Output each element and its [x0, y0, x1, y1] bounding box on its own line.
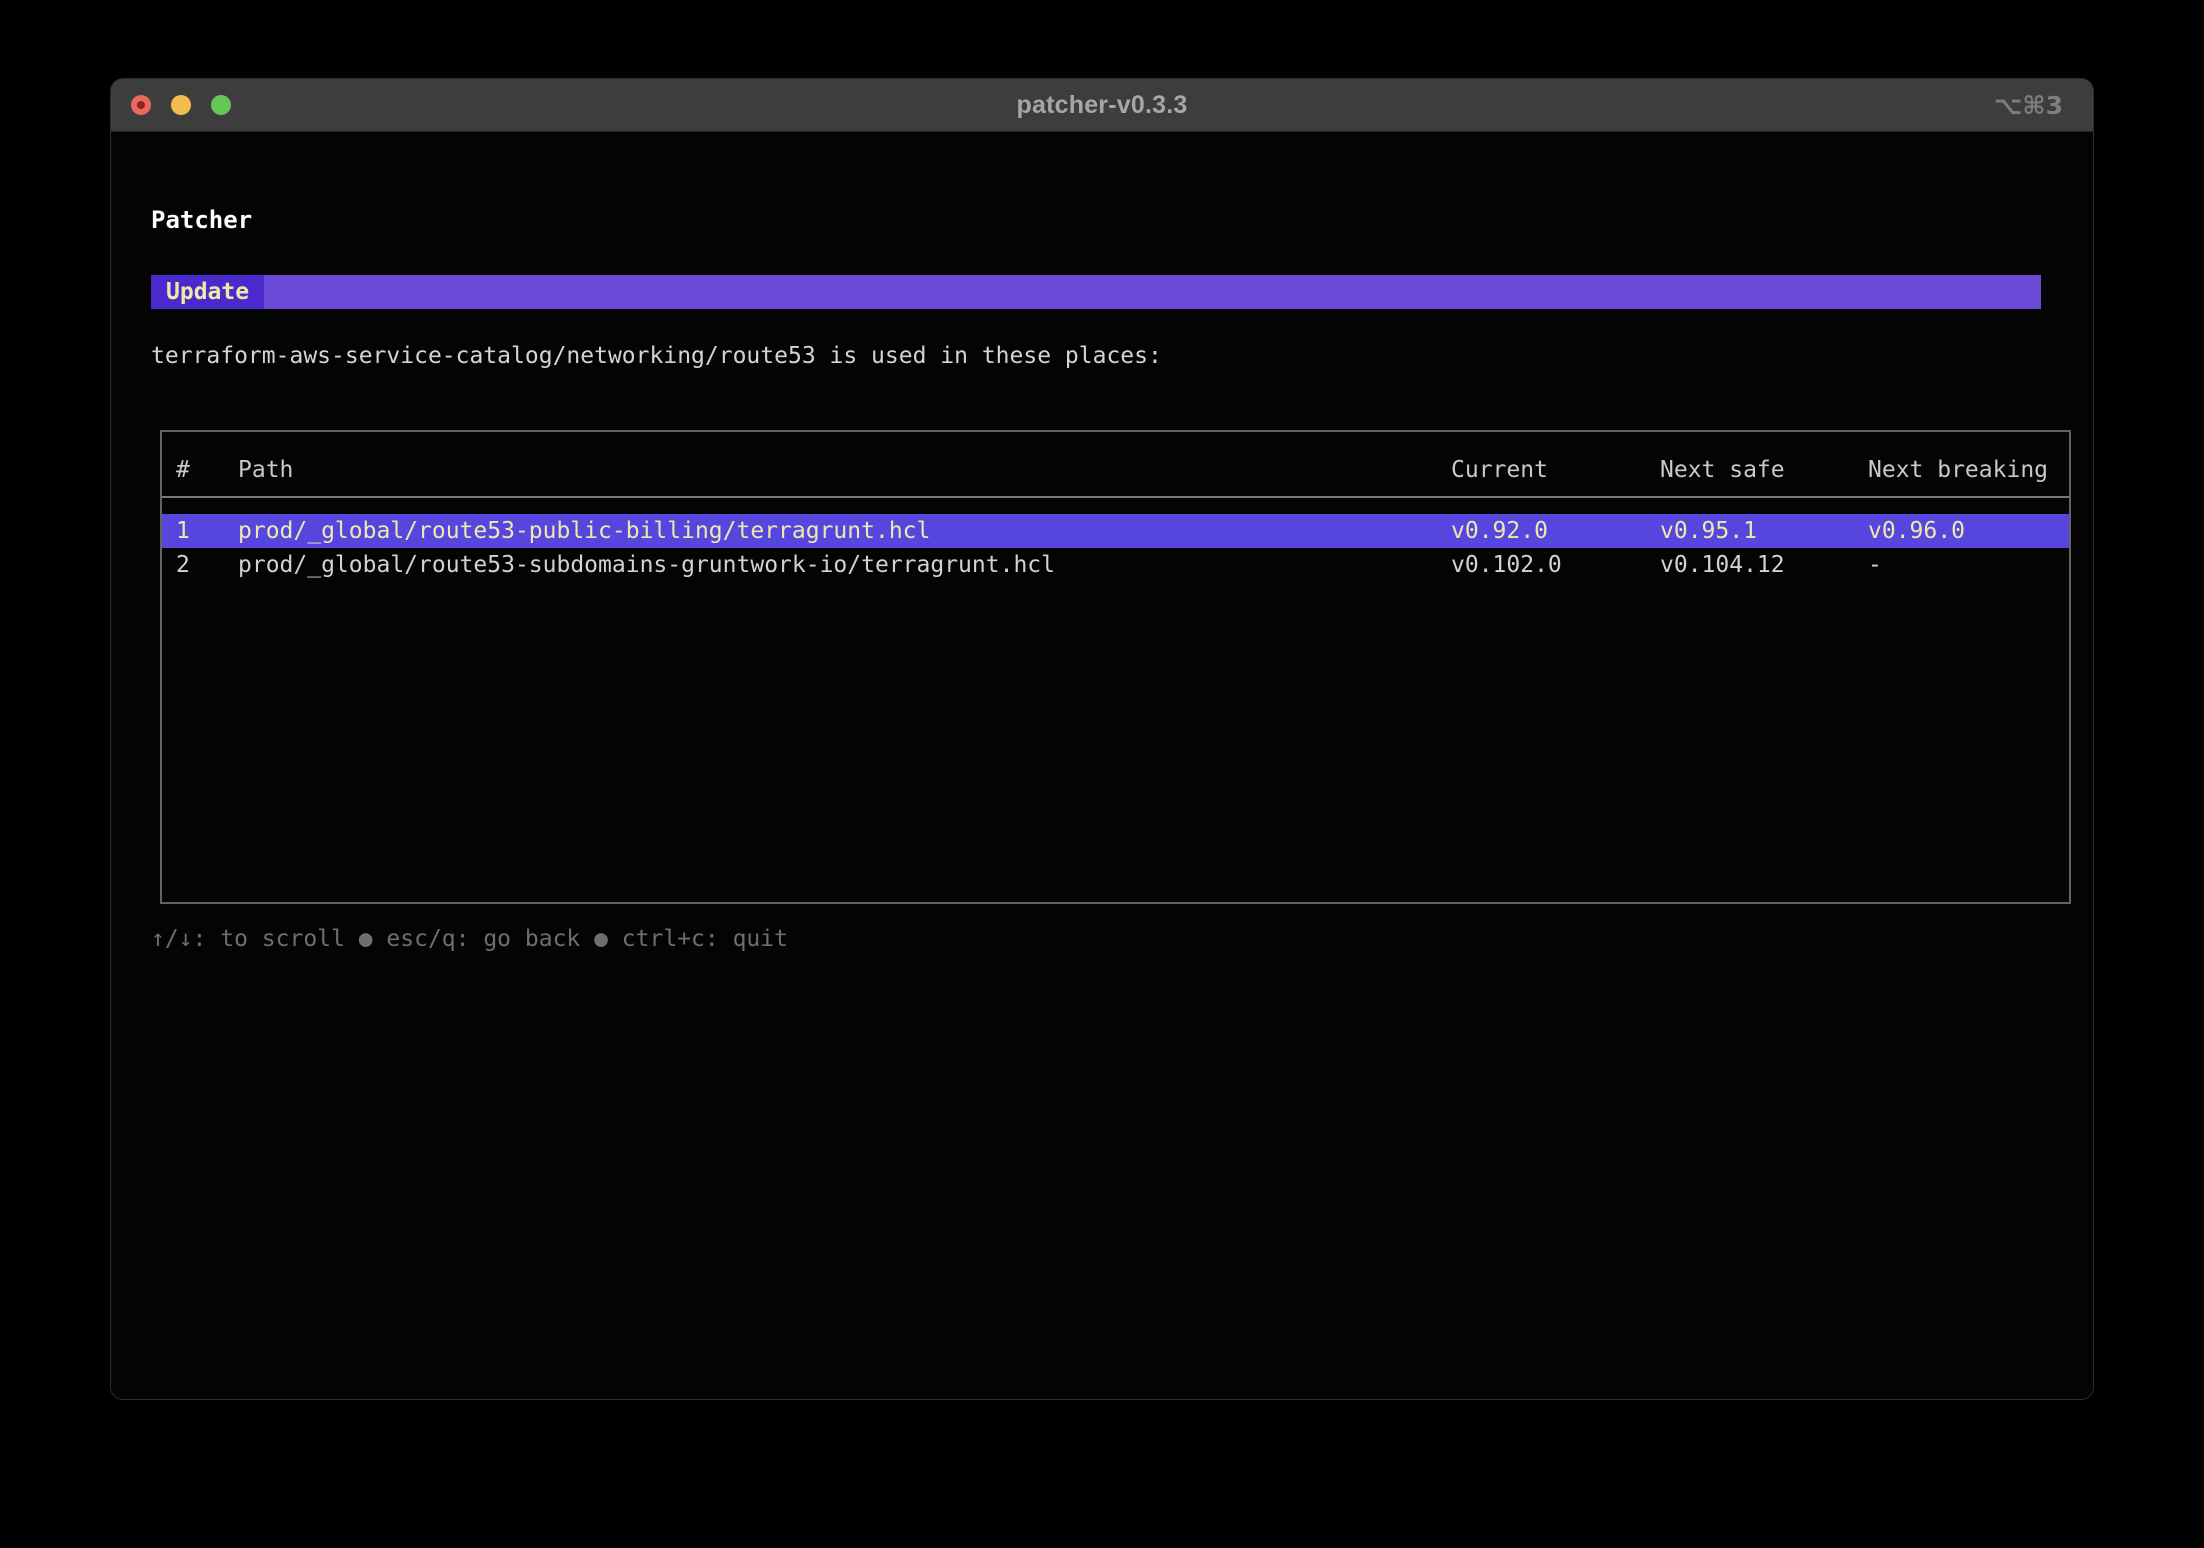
row-current-version: v0.92.0	[1451, 518, 1660, 544]
row-current-version: v0.102.0	[1451, 552, 1660, 578]
table-row-selected[interactable]: 1 prod/_global/route53-public-billing/te…	[162, 514, 2069, 548]
usage-table: # Path Current Next safe Next breaking 1…	[160, 430, 2071, 904]
row-next-breaking-version: -	[1868, 552, 2069, 578]
patcher-app-window: patcher-v0.3.3 ⌥⌘3 Patcher Update terraf…	[110, 78, 2094, 1400]
row-next-breaking-version: v0.96.0	[1868, 518, 2069, 544]
table-row[interactable]: 2 prod/_global/route53-subdomains-gruntw…	[162, 548, 2069, 582]
column-header-current: Current	[1451, 457, 1660, 483]
column-header-path: Path	[238, 457, 1451, 483]
page-title: Patcher	[151, 206, 252, 234]
window-title: patcher-v0.3.3	[111, 91, 2093, 120]
terminal-content: Patcher Update terraform-aws-service-cat…	[111, 133, 2093, 1399]
row-path: prod/_global/route53-public-billing/terr…	[238, 518, 1451, 544]
column-header-next-breaking: Next breaking	[1868, 457, 2069, 483]
window-shortcut-hint: ⌥⌘3	[1994, 79, 2063, 132]
help-bar: ↑/↓: to scroll ● esc/q: go back ● ctrl+c…	[151, 926, 788, 952]
column-header-next-safe: Next safe	[1660, 457, 1868, 483]
column-header-num: #	[176, 457, 238, 483]
table-body: 1 prod/_global/route53-public-billing/te…	[162, 514, 2069, 582]
row-path: prod/_global/route53-subdomains-gruntwor…	[238, 552, 1451, 578]
row-num: 1	[176, 518, 238, 544]
row-num: 2	[176, 552, 238, 578]
tab-update[interactable]: Update	[151, 275, 264, 309]
row-next-safe-version: v0.95.1	[1660, 518, 1868, 544]
titlebar[interactable]: patcher-v0.3.3 ⌥⌘3	[111, 79, 2093, 132]
tab-bar: Update	[151, 275, 2041, 309]
desktop-background: patcher-v0.3.3 ⌥⌘3 Patcher Update terraf…	[0, 0, 2204, 1548]
row-next-safe-version: v0.104.12	[1660, 552, 1868, 578]
header-divider	[162, 496, 2069, 498]
usage-description: terraform-aws-service-catalog/networking…	[151, 343, 1162, 369]
table-header-row: # Path Current Next safe Next breaking	[162, 456, 2069, 484]
